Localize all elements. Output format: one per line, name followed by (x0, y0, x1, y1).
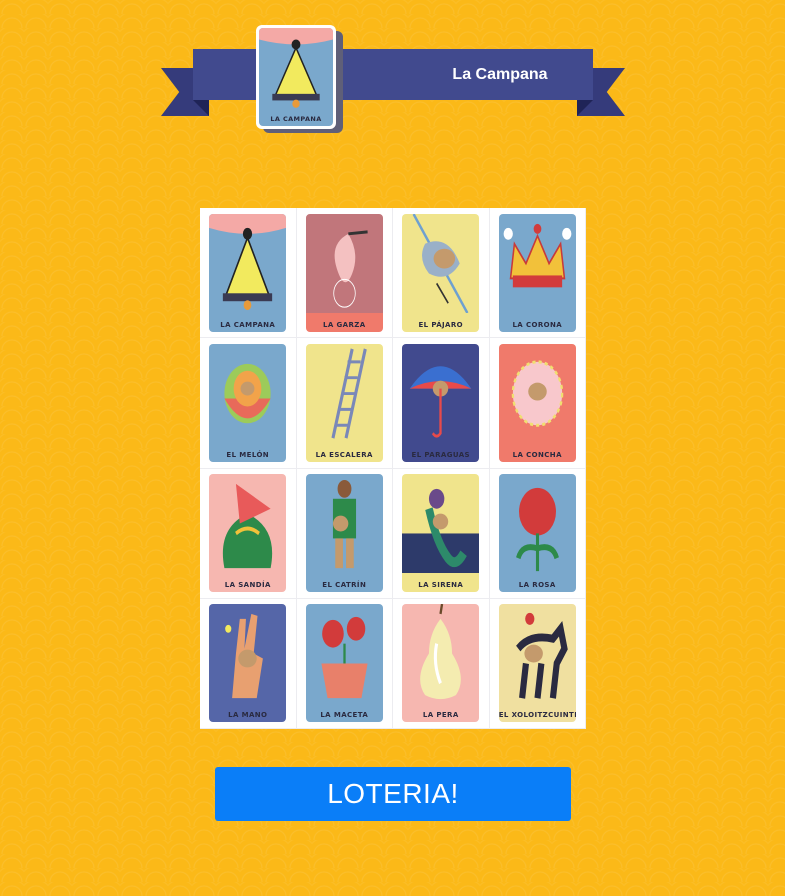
board-grid: LA CAMPANA LA GARZA EL PÁJARO LA CORONA EL M… (200, 208, 586, 729)
card-label: LA PERA (422, 711, 459, 720)
umbrella-icon (409, 366, 472, 438)
loteria-card[interactable]: EL CATRÍN (305, 474, 383, 593)
card-label: LA CONCHA (512, 450, 562, 459)
board-cell[interactable]: LA PERA (393, 598, 490, 729)
card-label: LA SIRENA (418, 581, 464, 590)
loteria-card[interactable]: EL XOLOITZCUINTLE (498, 604, 576, 723)
mermaid-icon (402, 488, 480, 574)
card-label: LA MANO (228, 711, 268, 720)
card-label: LA MACETA (320, 711, 369, 720)
board-cell[interactable]: LA CONCHA (489, 338, 586, 469)
card-label: LA GARZA (322, 320, 366, 329)
board-cell[interactable]: LA ROSA (489, 468, 586, 599)
board-cell[interactable]: EL CATRÍN (296, 468, 393, 599)
card-label: EL XOLOITZCUINTLE (498, 711, 576, 720)
current-card-image: LA CAMPANA (259, 28, 333, 126)
loteria-card[interactable]: EL PÁJARO (402, 213, 480, 332)
loteria-card[interactable]: LA CAMPANA (209, 213, 287, 332)
ladder-icon (331, 348, 367, 439)
card-label: EL PÁJARO (418, 320, 464, 329)
loteria-card[interactable]: LA MANO (209, 604, 287, 723)
board-cell[interactable]: EL PARAGUAS (393, 338, 490, 469)
board-cell[interactable]: LA SANDÍA (200, 468, 297, 599)
current-card-banner: La Campana LA CAMPANA (0, 0, 785, 140)
rose-icon (515, 488, 559, 572)
loteria-card[interactable]: LA MACETA (305, 604, 383, 723)
loteria-card[interactable]: LA SANDÍA (209, 474, 287, 593)
board-cell[interactable]: EL PÁJARO (393, 208, 490, 339)
board-cell[interactable]: EL XOLOITZCUINTLE (489, 598, 586, 729)
board-cell[interactable]: LA SIRENA (393, 468, 490, 599)
loteria-button[interactable]: LOTERIA! (215, 767, 571, 821)
card-label: LA SANDÍA (224, 581, 271, 590)
heron-icon (305, 213, 383, 313)
loteria-card[interactable]: LA PERA (402, 604, 480, 723)
board-cell[interactable]: LA ESCALERA (296, 338, 393, 469)
loteria-card[interactable]: LA CORONA (498, 213, 576, 332)
card-label: LA ESCALERA (315, 450, 373, 459)
loteria-card[interactable]: LA ROSA (498, 474, 576, 593)
current-card-label: LA CAMPANA (270, 115, 322, 123)
board-cell[interactable]: LA MACETA (296, 598, 393, 729)
loteria-card[interactable]: EL MELÓN (209, 343, 287, 462)
card-label: LA CORONA (512, 320, 563, 329)
card-label: EL PARAGUAS (411, 450, 470, 459)
loteria-card[interactable]: LA CONCHA (498, 343, 576, 462)
hand-icon (225, 614, 264, 699)
current-card: LA CAMPANA (256, 25, 336, 129)
loteria-card[interactable]: LA SIRENA (402, 474, 480, 593)
crown-icon (503, 223, 572, 287)
pear-icon (420, 604, 462, 700)
card-label: LA CAMPANA (220, 320, 276, 329)
bird-icon (412, 213, 469, 313)
board-cell[interactable]: EL MELÓN (200, 338, 297, 469)
bell-icon (259, 28, 333, 108)
board-cell[interactable]: LA GARZA (296, 208, 393, 339)
bell-icon (209, 213, 287, 310)
flowerpot-icon (321, 617, 368, 699)
card-label: EL CATRÍN (322, 581, 367, 590)
loteria-card[interactable]: EL PARAGUAS (402, 343, 480, 462)
catrin-icon (332, 480, 356, 569)
loteria-card[interactable]: LA GARZA (305, 213, 383, 332)
watermelon-icon (223, 484, 273, 569)
card-label: LA ROSA (518, 581, 556, 590)
current-card-title: La Campana (452, 66, 548, 83)
melon-icon (224, 363, 271, 424)
concha-icon (511, 360, 564, 427)
xolo-dog-icon (515, 613, 568, 700)
card-label: EL MELÓN (226, 450, 270, 459)
loteria-board: LA CAMPANA LA GARZA EL PÁJARO LA CORONA EL M… (200, 208, 586, 729)
board-cell[interactable]: LA CAMPANA (200, 208, 297, 339)
loteria-card[interactable]: LA ESCALERA (305, 343, 383, 462)
board-cell[interactable]: LA MANO (200, 598, 297, 729)
board-cell[interactable]: LA CORONA (489, 208, 586, 339)
